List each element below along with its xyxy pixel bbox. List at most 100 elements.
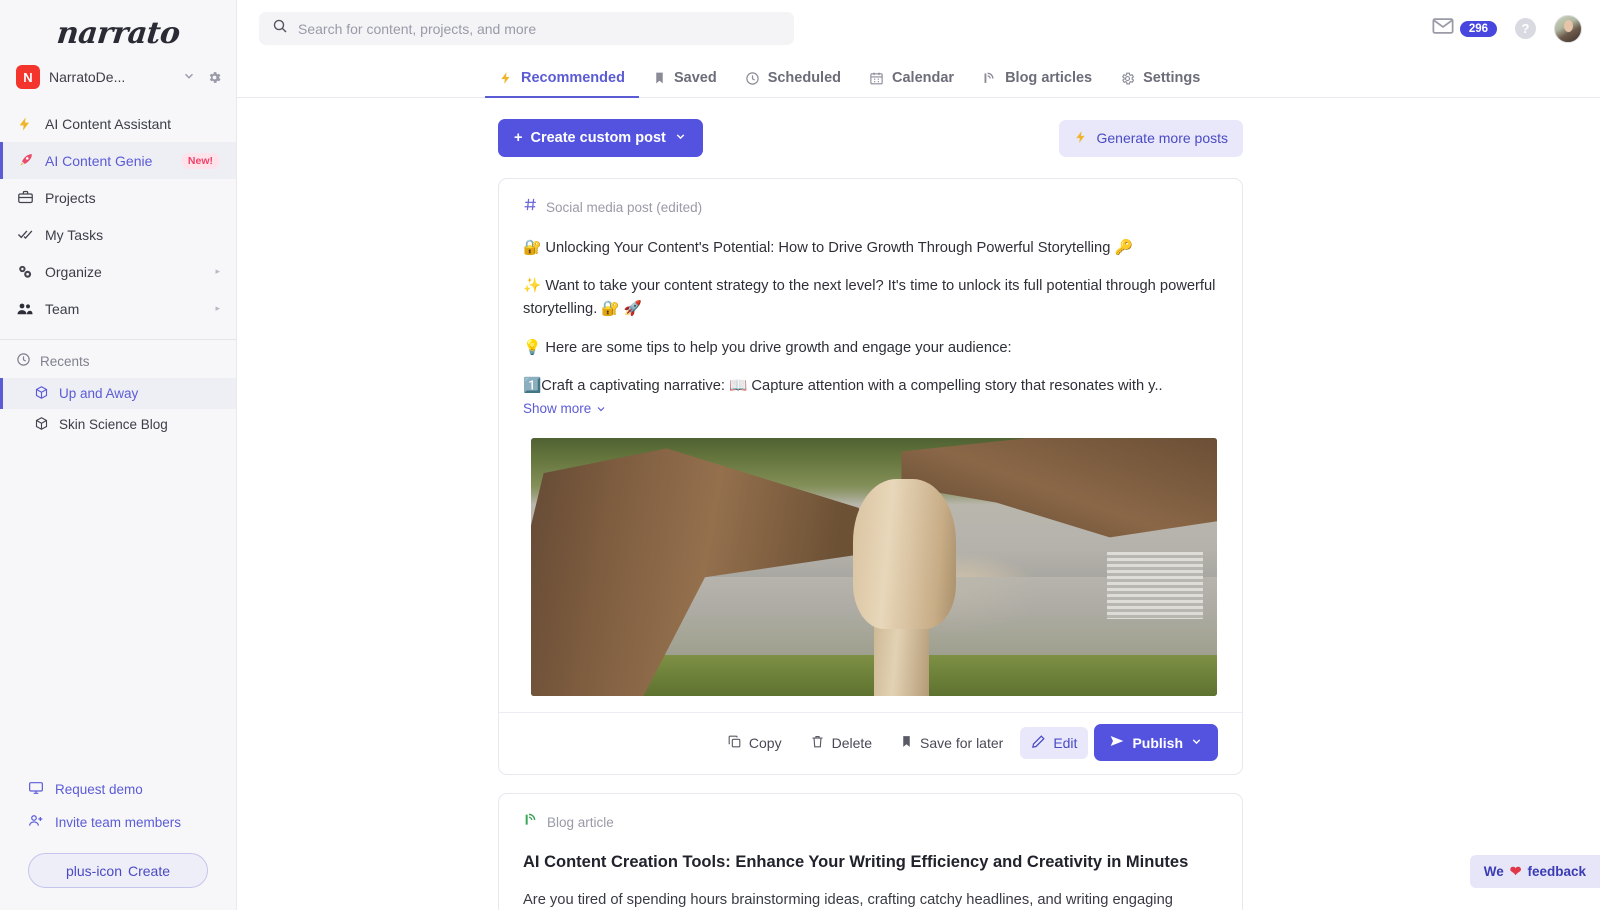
content-scroll-area[interactable]: + Create custom post Generate more posts xyxy=(237,98,1600,910)
send-icon xyxy=(1109,733,1125,752)
tab-settings[interactable]: Settings xyxy=(1106,70,1214,98)
request-demo-link[interactable]: Request demo xyxy=(0,773,236,806)
sidebar-item-label: AI Content Assistant xyxy=(45,116,220,132)
tab-scheduled[interactable]: Scheduled xyxy=(731,70,855,98)
tab-saved[interactable]: Saved xyxy=(639,70,731,98)
tab-label: Calendar xyxy=(892,70,954,86)
caret-right-icon[interactable]: ▸ xyxy=(215,303,220,314)
bolt-icon xyxy=(1074,130,1088,147)
recent-item-label: Up and Away xyxy=(59,386,138,401)
sidebar-footer-label: Request demo xyxy=(55,782,143,797)
edit-button[interactable]: Edit xyxy=(1020,727,1088,759)
delete-button[interactable]: Delete xyxy=(799,727,883,759)
save-for-later-label: Save for later xyxy=(920,735,1003,751)
blogger-icon xyxy=(982,71,997,86)
recents-header: Recents xyxy=(0,344,236,378)
sidebar-item-ai-content-assistant[interactable]: AI Content Assistant xyxy=(0,105,236,142)
post-image xyxy=(531,438,1217,696)
generate-more-posts-button[interactable]: Generate more posts xyxy=(1059,120,1243,157)
message-count-badge: 296 xyxy=(1460,21,1497,37)
sidebar-item-ai-content-genie[interactable]: AI Content Genie New! xyxy=(0,142,236,179)
cube-icon xyxy=(34,385,49,403)
user-plus-icon xyxy=(28,813,44,832)
clock-icon xyxy=(745,71,760,86)
card-type-row: Social media post (edited) xyxy=(523,197,1218,217)
create-custom-post-button[interactable]: + Create custom post xyxy=(498,119,703,157)
create-custom-post-label: Create custom post xyxy=(530,130,665,146)
search-input[interactable] xyxy=(298,21,781,37)
feedback-pre-label: We xyxy=(1484,864,1504,879)
logo-text: narrato xyxy=(55,16,181,51)
pencil-icon xyxy=(1031,734,1046,752)
post-line: 1️⃣Craft a captivating narrative: 📖 Capt… xyxy=(523,375,1218,398)
sidebar-item-label: Organize xyxy=(45,264,204,280)
briefcase-icon xyxy=(16,189,34,206)
show-more-button[interactable]: Show more xyxy=(523,401,607,416)
content-action-row: + Create custom post Generate more posts xyxy=(498,119,1243,157)
recent-item-skin-science-blog[interactable]: Skin Science Blog xyxy=(0,409,236,440)
create-button[interactable]: plus-icon Create xyxy=(28,853,208,888)
avatar[interactable] xyxy=(1554,15,1582,43)
copy-button[interactable]: Copy xyxy=(716,727,793,759)
invite-team-members-link[interactable]: Invite team members xyxy=(0,806,236,839)
caret-right-icon[interactable]: ▸ xyxy=(215,266,220,277)
new-badge: New! xyxy=(181,153,220,169)
image-hand-sculpture xyxy=(853,479,956,629)
messages-button[interactable]: 296 xyxy=(1432,17,1497,40)
help-icon[interactable]: ? xyxy=(1515,18,1536,39)
bolt-icon xyxy=(16,116,34,132)
sidebar-item-team[interactable]: Team ▸ xyxy=(0,290,236,327)
plus-icon: + xyxy=(514,130,522,146)
tab-calendar[interactable]: Calendar xyxy=(855,70,968,98)
card-type-label: Blog article xyxy=(547,815,614,830)
gear-icon xyxy=(1120,71,1135,86)
trash-icon xyxy=(810,734,825,752)
main-area: 296 ? Recommended Saved Scheduled xyxy=(237,0,1600,910)
sidebar-divider xyxy=(0,339,236,340)
feedback-post-label: feedback xyxy=(1527,864,1586,879)
post-line: ✨ Want to take your content strategy to … xyxy=(523,275,1218,321)
bookmark-icon xyxy=(653,71,666,85)
topbar: 296 ? xyxy=(237,0,1600,57)
workspace-name: NarratoDe... xyxy=(49,69,171,85)
sidebar-item-label: My Tasks xyxy=(45,227,220,243)
sidebar-item-my-tasks[interactable]: My Tasks xyxy=(0,216,236,253)
blog-article-card: Blog article AI Content Creation Tools: … xyxy=(498,793,1243,910)
blog-article-title[interactable]: AI Content Creation Tools: Enhance Your … xyxy=(523,853,1218,872)
workspace-selector[interactable]: N NarratoDe... xyxy=(0,59,236,95)
recent-item-label: Skin Science Blog xyxy=(59,417,168,432)
recents-title: Recents xyxy=(40,354,90,369)
help-glyph: ? xyxy=(1522,21,1530,36)
tab-recommended[interactable]: Recommended xyxy=(485,70,639,98)
gear-icon[interactable] xyxy=(207,70,222,85)
sidebar-item-organize[interactable]: Organize ▸ xyxy=(0,253,236,290)
calendar-icon xyxy=(869,71,884,86)
save-for-later-button[interactable]: Save for later xyxy=(889,727,1014,759)
show-more-label: Show more xyxy=(523,401,591,416)
post-line: 💡 Here are some tips to help you drive g… xyxy=(523,337,1218,360)
sidebar-item-label: Projects xyxy=(45,190,220,206)
sidebar-footer-label: Invite team members xyxy=(55,815,181,830)
generate-more-posts-label: Generate more posts xyxy=(1096,130,1228,146)
app-logo[interactable]: narrato xyxy=(0,0,236,59)
publish-button[interactable]: Publish xyxy=(1094,724,1218,761)
tab-blog-articles[interactable]: Blog articles xyxy=(968,70,1106,98)
publish-label: Publish xyxy=(1132,735,1183,751)
copy-icon xyxy=(727,734,742,752)
post-card-actions: Copy Delete Save for later xyxy=(523,713,1218,774)
tab-bar: Recommended Saved Scheduled Calendar Blo… xyxy=(237,57,1600,98)
chevron-down-icon xyxy=(674,130,687,147)
rocket-icon xyxy=(16,152,34,169)
recent-item-up-and-away[interactable]: Up and Away xyxy=(0,378,236,409)
monitor-icon xyxy=(28,780,44,799)
card-type-row: Blog article xyxy=(523,812,1218,833)
search-icon xyxy=(272,18,288,39)
sidebar-item-projects[interactable]: Projects xyxy=(0,179,236,216)
chevron-down-icon[interactable] xyxy=(1190,735,1203,751)
search-bar[interactable] xyxy=(259,12,794,45)
chevron-down-icon[interactable] xyxy=(180,69,198,86)
feedback-button[interactable]: We ❤ feedback xyxy=(1470,855,1600,888)
image-bench xyxy=(1107,552,1203,619)
workspace-avatar: N xyxy=(16,65,40,89)
delete-label: Delete xyxy=(832,735,872,751)
